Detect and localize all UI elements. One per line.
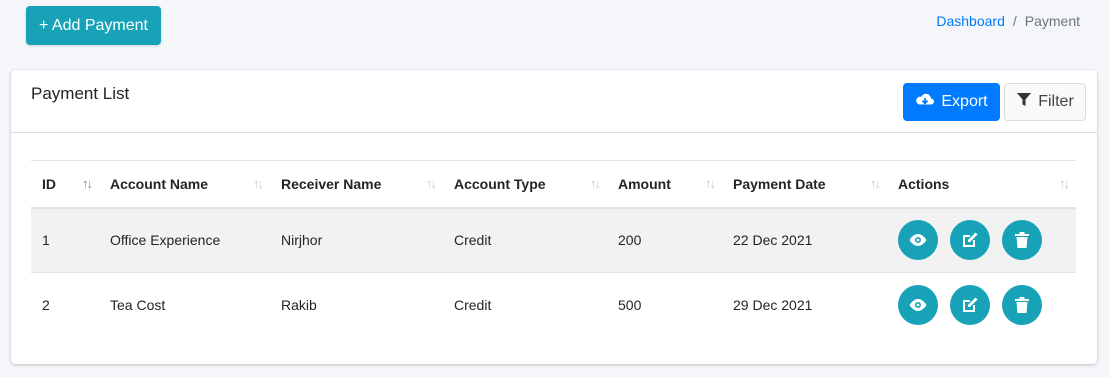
edit-button[interactable] bbox=[950, 220, 990, 261]
top-bar: + Add Payment Dashboard / Payment bbox=[0, 0, 1110, 70]
sort-icon: ↑↓ bbox=[1059, 176, 1070, 191]
cell-account-type: Credit bbox=[454, 297, 492, 314]
add-payment-button[interactable]: + Add Payment bbox=[26, 6, 161, 45]
breadcrumb-dashboard-link[interactable]: Dashboard bbox=[936, 13, 1005, 29]
edit-icon bbox=[963, 297, 978, 313]
card-header: Payment List Export Filter bbox=[11, 70, 1097, 133]
delete-button[interactable] bbox=[1002, 220, 1042, 261]
eye-icon bbox=[909, 234, 927, 247]
cell-actions bbox=[887, 208, 1076, 273]
cell-id: 2 bbox=[42, 297, 50, 314]
edit-icon bbox=[963, 232, 978, 248]
sort-icon: ↑↓ bbox=[590, 176, 601, 191]
table-row: 2 Tea Cost Rakib Credit 500 29 Dec 2021 bbox=[31, 273, 1076, 338]
sort-icon: ↑↓ bbox=[253, 176, 264, 191]
breadcrumb-separator: / bbox=[1012, 13, 1017, 29]
cell-amount: 500 bbox=[618, 297, 642, 314]
card-title: Payment List bbox=[31, 84, 130, 103]
edit-button[interactable] bbox=[950, 285, 990, 326]
cell-account-name: Office Experience bbox=[110, 232, 221, 249]
export-label: Export bbox=[941, 93, 988, 110]
cell-payment-date: 22 Dec 2021 bbox=[733, 232, 813, 249]
column-header-account-name[interactable]: Account Name ↑↓ bbox=[99, 161, 270, 208]
sort-icon: ↑↓ bbox=[705, 176, 716, 191]
export-button[interactable]: Export bbox=[903, 83, 1000, 121]
trash-icon bbox=[1015, 232, 1029, 249]
cell-receiver-name: Nirjhor bbox=[281, 232, 323, 249]
column-header-payment-date[interactable]: Payment Date ↑↓ bbox=[722, 161, 887, 208]
view-button[interactable] bbox=[898, 220, 938, 261]
filter-icon bbox=[1016, 92, 1032, 113]
column-header-id[interactable]: ID ↑↓ bbox=[31, 161, 99, 208]
sort-icon: ↑↓ bbox=[870, 176, 881, 191]
sort-icon: ↑↓ bbox=[82, 176, 93, 191]
filter-button[interactable]: Filter bbox=[1004, 83, 1086, 121]
cloud-download-icon bbox=[915, 92, 935, 113]
delete-button[interactable] bbox=[1002, 285, 1042, 326]
breadcrumb: Dashboard / Payment bbox=[936, 13, 1080, 29]
cell-payment-date: 29 Dec 2021 bbox=[733, 297, 813, 314]
sort-icon: ↑↓ bbox=[426, 176, 437, 191]
breadcrumb-current: Payment bbox=[1024, 13, 1080, 29]
eye-icon bbox=[909, 299, 927, 312]
cell-amount: 200 bbox=[618, 232, 642, 249]
trash-icon bbox=[1015, 297, 1029, 314]
view-button[interactable] bbox=[898, 285, 938, 326]
cell-receiver-name: Rakib bbox=[281, 297, 317, 314]
payment-list-card: Payment List Export Filter ID ↑↓ Account … bbox=[11, 70, 1097, 364]
cell-actions bbox=[887, 273, 1076, 338]
filter-label: Filter bbox=[1038, 93, 1074, 110]
table-row: 1 Office Experience Nirjhor Credit 200 2… bbox=[31, 207, 1076, 273]
column-header-actions[interactable]: Actions ↑↓ bbox=[887, 161, 1076, 208]
cell-account-type: Credit bbox=[454, 232, 492, 249]
cell-account-name: Tea Cost bbox=[110, 297, 166, 314]
column-header-receiver-name[interactable]: Receiver Name ↑↓ bbox=[270, 161, 443, 208]
column-header-account-type[interactable]: Account Type ↑↓ bbox=[443, 161, 607, 208]
cell-id: 1 bbox=[42, 232, 50, 249]
column-header-amount[interactable]: Amount ↑↓ bbox=[607, 161, 722, 208]
payment-table: ID ↑↓ Account Name ↑↓ Receiver Name ↑↓ Acco… bbox=[31, 160, 1076, 338]
table-header-row: ID ↑↓ Account Name ↑↓ Receiver Name ↑↓ Acco… bbox=[31, 160, 1076, 208]
